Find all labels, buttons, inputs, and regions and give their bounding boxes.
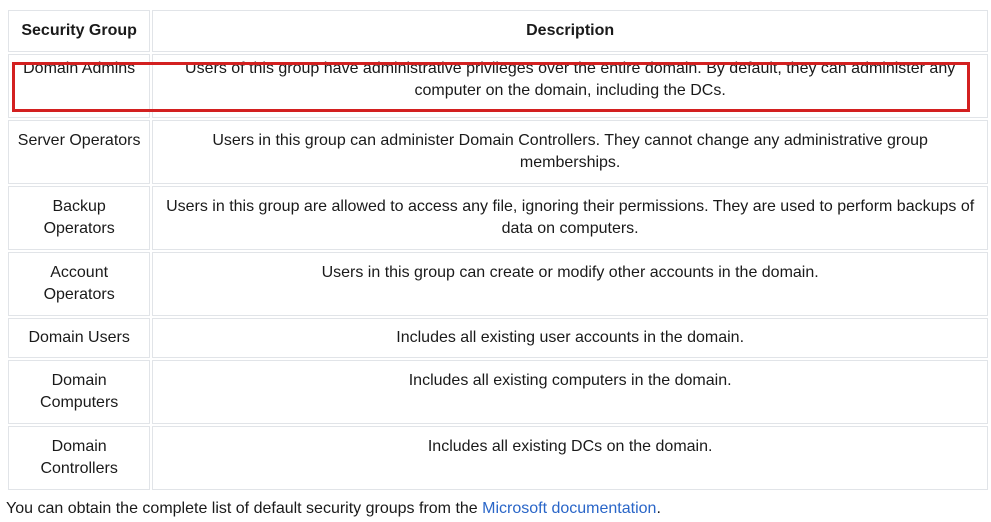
table-row: Domain Admins Users of this group have a… [8,54,988,118]
description-cell: Users in this group are allowed to acces… [152,186,988,250]
group-name-cell: Domain Admins [8,54,151,118]
description-cell: Includes all existing user accounts in t… [152,318,988,358]
description-cell: Users of this group have administrative … [152,54,988,118]
security-groups-table-container: Security Group Description Domain Admins… [6,8,990,492]
table-row: Domain Controllers Includes all existing… [8,426,988,490]
description-cell: Includes all existing DCs on the domain. [152,426,988,490]
footer-text-after: . [656,500,661,517]
microsoft-documentation-link[interactable]: Microsoft documentation [482,500,656,517]
security-groups-table: Security Group Description Domain Admins… [6,8,990,492]
group-name-cell: Domain Controllers [8,426,151,490]
description-cell: Users in this group can administer Domai… [152,120,988,184]
description-cell: Includes all existing computers in the d… [152,360,988,424]
table-row: Domain Users Includes all existing user … [8,318,988,358]
table-header-row: Security Group Description [8,10,988,52]
footer-paragraph: You can obtain the complete list of defa… [6,498,661,520]
column-header-security-group: Security Group [8,10,151,52]
group-name-cell: Domain Users [8,318,151,358]
group-name-cell: Server Operators [8,120,151,184]
column-header-description: Description [152,10,988,52]
footer-text-before: You can obtain the complete list of defa… [6,500,483,517]
table-row: Backup Operators Users in this group are… [8,186,988,250]
table-row: Domain Computers Includes all existing c… [8,360,988,424]
description-cell: Users in this group can create or modify… [152,252,988,316]
group-name-cell: Account Operators [8,252,151,316]
table-row: Server Operators Users in this group can… [8,120,988,184]
table-row: Account Operators Users in this group ca… [8,252,988,316]
group-name-cell: Domain Computers [8,360,151,424]
group-name-cell: Backup Operators [8,186,151,250]
